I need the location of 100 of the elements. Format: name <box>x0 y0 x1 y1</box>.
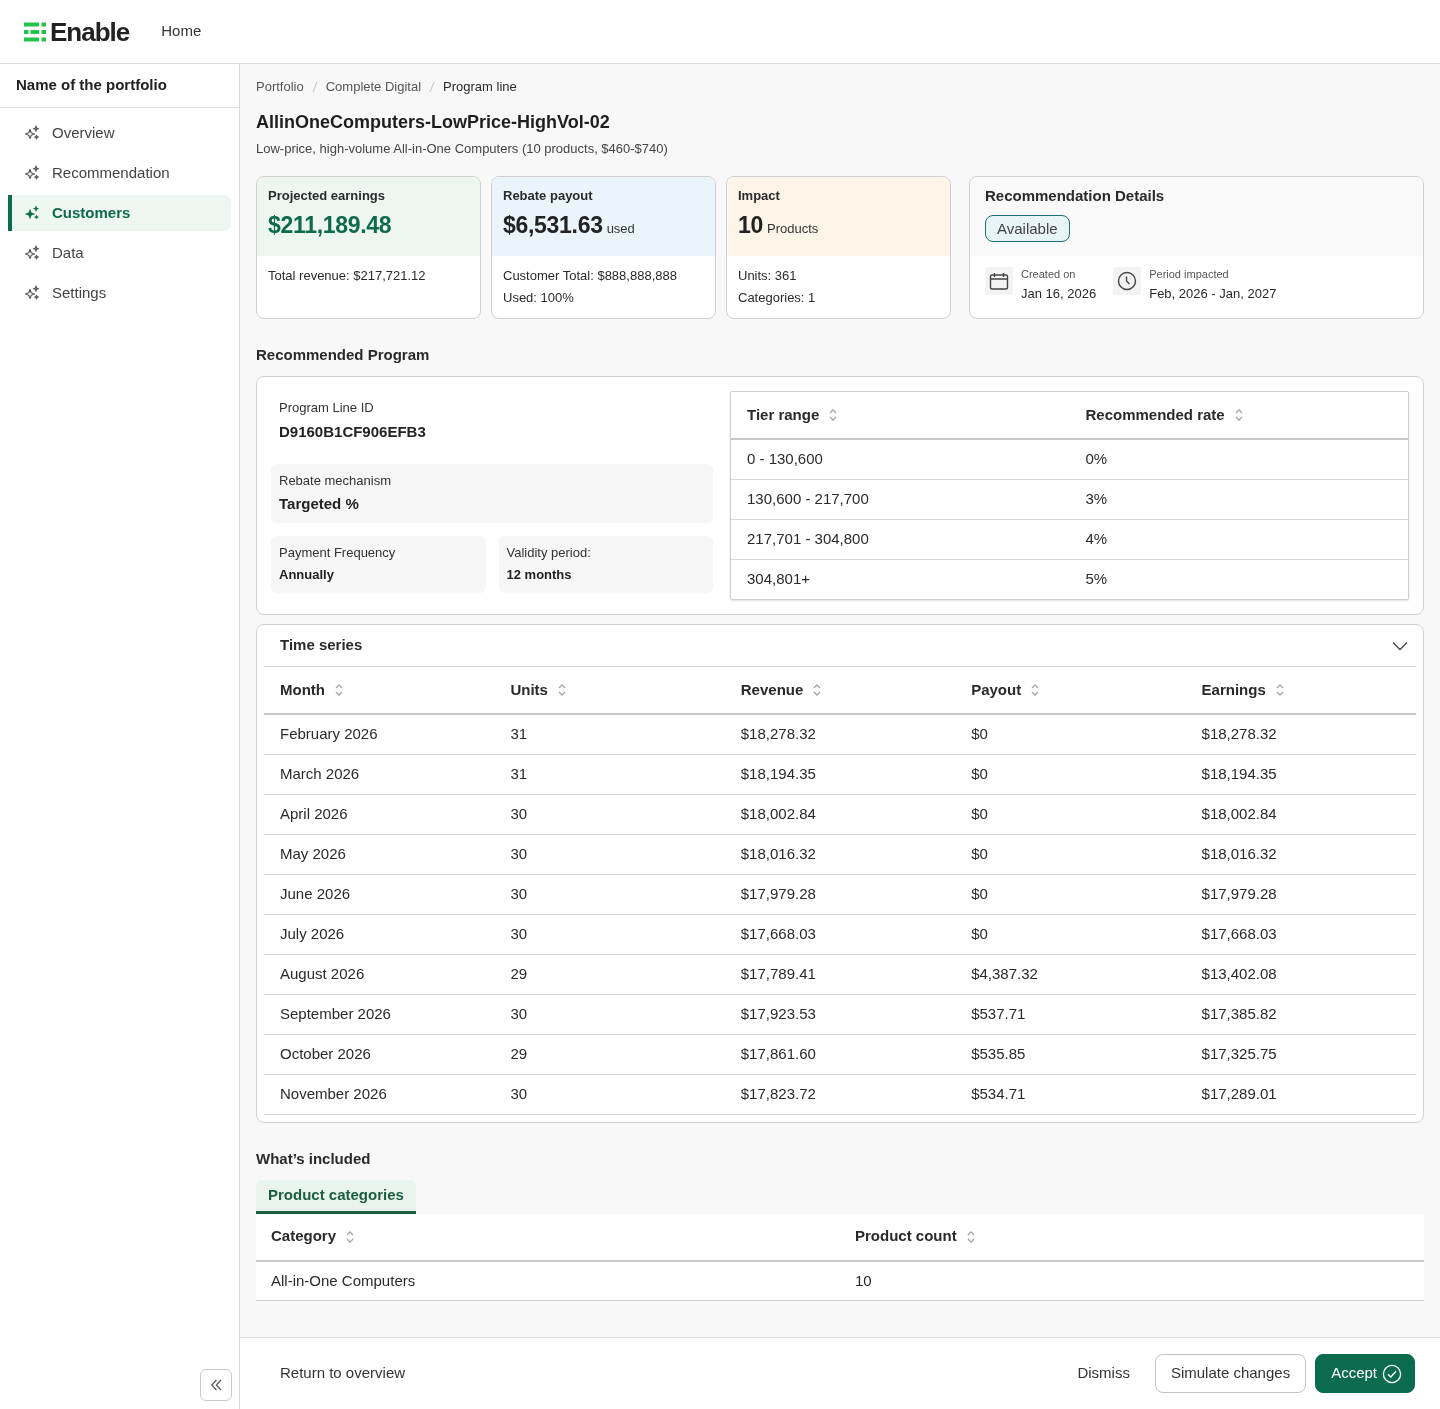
check-circle-icon <box>1382 1363 1402 1384</box>
table-cell: June 2026 <box>264 874 495 914</box>
value-unit: used <box>606 220 635 238</box>
field-value: Targeted % <box>279 494 360 514</box>
table-cell: $17,289.01 <box>1185 1074 1416 1114</box>
sort-icon[interactable] <box>557 683 566 697</box>
table-cell: $18,278.32 <box>724 714 956 754</box>
card-value: $6,531.63 <box>503 211 603 240</box>
fact-label: Period impacted <box>1149 267 1230 281</box>
section-heading: What’s included <box>256 1148 372 1169</box>
column-header: Units <box>510 679 548 700</box>
table-cell: 29 <box>494 1034 725 1074</box>
chevron-down-icon[interactable] <box>1392 640 1408 651</box>
table-cell: $17,823.72 <box>724 1074 956 1114</box>
table-cell: 10 <box>840 1260 1424 1301</box>
double-chevron-left-icon <box>208 1377 224 1393</box>
table-cell: July 2026 <box>264 914 495 954</box>
sort-icon[interactable] <box>813 683 822 697</box>
card-detail: Total revenue: $217,721.12 <box>268 267 427 285</box>
column-header: Category <box>271 1226 337 1247</box>
sort-icon[interactable] <box>829 408 838 422</box>
table-cell: 31 <box>494 754 725 794</box>
table-cell: $17,668.03 <box>1185 914 1416 954</box>
table-cell: 30 <box>494 914 725 954</box>
table-cell: 30 <box>494 834 725 874</box>
table-cell: 29 <box>494 954 725 994</box>
table-cell: 30 <box>494 1074 725 1114</box>
sidebar-item[interactable]: Recommendation <box>8 155 231 191</box>
table-cell: 0 - 130,600 <box>731 439 1070 479</box>
nav-link[interactable]: Home <box>161 20 202 43</box>
sidebar-title: Name of the portfolio <box>0 64 239 108</box>
field-value: Annually <box>279 566 335 584</box>
card-detail: Units: 361 <box>738 267 798 285</box>
table-cell: $0 <box>955 794 1186 834</box>
table-cell: $4,387.32 <box>955 954 1186 994</box>
table-cell: 217,701 - 304,800 <box>731 519 1070 559</box>
clock-icon <box>1113 267 1142 295</box>
sort-icon[interactable] <box>966 1229 975 1244</box>
collapse-sidebar-button[interactable] <box>200 1369 232 1401</box>
table-cell: 5% <box>1069 559 1408 599</box>
card-label: Impact <box>738 187 781 205</box>
fact-value: Feb, 2026 - Jan, 2027 <box>1149 285 1277 303</box>
table-cell: $18,278.32 <box>1185 714 1416 754</box>
column-header: Product count <box>855 1226 957 1247</box>
sort-icon[interactable] <box>335 683 343 697</box>
table-cell: November 2026 <box>264 1074 495 1114</box>
table-cell: 30 <box>494 874 725 914</box>
table-cell: $535.85 <box>955 1034 1186 1074</box>
sidebar-item[interactable]: Data <box>8 235 231 271</box>
card-title: Recommendation Details <box>985 187 1166 205</box>
table-cell: May 2026 <box>264 834 495 874</box>
sparkles-outline-icon <box>24 125 40 141</box>
brand-name: Enable <box>50 18 130 45</box>
sidebar-item[interactable]: Overview <box>8 115 231 151</box>
table-cell: 30 <box>494 994 725 1034</box>
table-cell: $17,789.41 <box>724 954 956 994</box>
table-cell: August 2026 <box>264 954 495 994</box>
table-cell: $0 <box>955 874 1186 914</box>
table-cell: 130,600 - 217,700 <box>731 479 1070 519</box>
dismiss-button[interactable]: Dismiss <box>1077 1354 1130 1393</box>
table-cell: $17,923.53 <box>724 994 956 1034</box>
breadcrumb-link[interactable]: Complete Digital <box>325 77 422 97</box>
breadcrumb-link[interactable]: Portfolio <box>256 77 304 97</box>
tab[interactable]: Product categories <box>256 1179 416 1214</box>
breadcrumb-link[interactable]: Program line <box>443 77 517 97</box>
accept-button[interactable]: Accept <box>1315 1354 1415 1393</box>
table-cell: All-in-One Computers <box>256 1260 840 1301</box>
page-title: AllinOneComputers-LowPrice-HighVol-02 <box>256 111 611 133</box>
card-value: 10 <box>738 211 763 240</box>
table-cell: 304,801+ <box>731 559 1070 599</box>
table-cell: 4% <box>1069 519 1408 559</box>
table-cell: $17,979.28 <box>724 874 956 914</box>
field-label: Validity period: <box>506 544 592 562</box>
table-cell: October 2026 <box>264 1034 495 1074</box>
sidebar-item[interactable]: Settings <box>8 275 231 311</box>
simulate-button[interactable]: Simulate changes <box>1154 1354 1307 1393</box>
slash-icon <box>429 81 436 93</box>
table-cell: $537.71 <box>955 994 1186 1034</box>
sort-icon[interactable] <box>1275 683 1284 697</box>
fact-label: Created on <box>1021 267 1077 281</box>
table-cell: 3% <box>1069 479 1408 519</box>
field-value: 12 months <box>506 566 573 584</box>
table-cell: $0 <box>955 914 1186 954</box>
column-header: Revenue <box>740 679 804 700</box>
table-cell: $0 <box>955 714 1186 754</box>
sort-icon[interactable] <box>346 1229 355 1244</box>
section-heading: Recommended Program <box>256 345 431 365</box>
sort-icon[interactable] <box>1234 408 1243 422</box>
field-label: Payment Frequency <box>279 544 397 562</box>
sidebar-item[interactable]: Customers <box>8 195 231 231</box>
table-cell: $534.71 <box>955 1074 1186 1114</box>
table-cell: 0% <box>1069 439 1408 479</box>
column-header: Earnings <box>1201 679 1266 700</box>
card-detail: Customer Total: $888,888,888 <box>503 267 678 285</box>
fact-value: Jan 16, 2026 <box>1021 285 1097 303</box>
sort-icon[interactable] <box>1031 683 1040 697</box>
column-header: Tier range <box>747 404 820 425</box>
column-header: Payout <box>971 679 1022 700</box>
return-link[interactable]: Return to overview <box>280 1362 406 1385</box>
card-label: Rebate payout <box>503 187 594 205</box>
